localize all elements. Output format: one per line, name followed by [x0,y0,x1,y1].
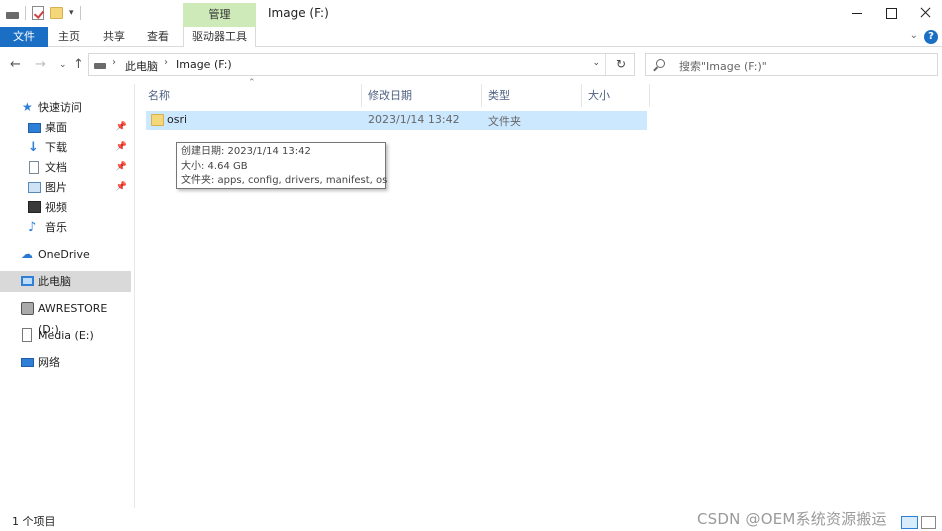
search-box[interactable]: 搜索"Image (F:)" [645,53,938,76]
breadcrumb-this-pc[interactable]: 此电脑 [125,58,158,74]
tooltip-created: 创建日期: 2023/1/14 13:42 [181,146,311,157]
network-icon [21,358,34,367]
document-icon [29,161,39,174]
sidebar-item-network[interactable]: 网络 [0,352,131,373]
tab-home[interactable]: 主页 [50,27,88,47]
window-title: Image (F:) [268,6,329,20]
up-arrow-icon[interactable]: ↑ [73,57,84,72]
close-button[interactable] [908,0,942,26]
watermark: CSDN @OEM系统资源搬运 [697,510,887,528]
customize-toolbar-icon[interactable]: ▾ [69,8,74,18]
sidebar-item-label: 音乐 [45,221,67,234]
sidebar-item-label: 文档 [45,161,67,174]
file-name: osri [167,113,188,126]
sidebar-item-label: 桌面 [45,121,67,134]
file-tooltip: 创建日期: 2023/1/14 13:42 大小: 4.64 GB 文件夹: a… [176,142,388,189]
desktop-icon [28,123,41,133]
forward-arrow-icon[interactable]: → [35,57,46,72]
drive-icon [21,302,34,315]
large-icons-view-icon[interactable] [921,516,936,529]
tooltip-size: 大小: 4.64 GB [181,160,248,172]
column-header-date[interactable]: 修改日期 [362,84,482,107]
sidebar-item-label: 网络 [38,356,60,369]
sidebar-item-drive-e[interactable]: Media (E:) [0,325,131,346]
pictures-icon [28,182,41,193]
sidebar-item-downloads[interactable]: ↓ 下载 📌 [0,137,131,158]
pin-icon: 📌 [115,162,127,172]
drive-icon [6,11,19,19]
sidebar-item-onedrive[interactable]: ☁ OneDrive [0,244,131,265]
chevron-right-icon[interactable]: › [164,57,168,68]
video-icon [28,201,41,213]
chevron-down-icon[interactable]: ⌄ [592,58,600,68]
maximize-button[interactable] [874,0,908,26]
back-arrow-icon[interactable]: ← [10,57,21,72]
new-folder-icon[interactable] [50,7,63,19]
sidebar-item-videos[interactable]: 视频 [0,197,131,218]
divider [605,54,606,75]
refresh-icon[interactable]: ↻ [616,57,626,71]
folder-icon [151,114,164,126]
sidebar-item-this-pc[interactable]: 此电脑 [0,271,131,292]
drive-icon [22,328,32,342]
chevron-right-icon[interactable]: › [112,57,116,68]
navigation-bar: ← → ⌄ ↑ › 此电脑 › Image (F:) ⌄ ↻ 搜索"Image … [0,48,942,82]
tab-share[interactable]: 共享 [94,27,134,47]
recent-locations-icon[interactable]: ⌄ [59,60,67,70]
divider [25,6,26,20]
column-header-size[interactable]: 大小 [582,84,650,107]
drive-icon [94,63,106,69]
details-view-icon[interactable] [901,516,918,529]
column-header-name[interactable]: 名称 [136,84,362,107]
title-bar: ▾ 管理 Image (F:) [0,0,942,27]
search-input[interactable]: 搜索"Image (F:)" [679,58,767,74]
search-icon [656,59,665,68]
divider [79,6,81,20]
column-header-type[interactable]: 类型 [482,84,582,107]
sidebar-item-label: 图片 [45,181,67,194]
sidebar-item-desktop[interactable]: 桌面 📌 [0,117,131,138]
download-icon: ↓ [28,140,39,155]
ribbon-tabs: 文件 主页 共享 查看 驱动器工具 ⌄ ? [0,27,942,47]
sidebar-item-label: 视频 [45,201,67,214]
sidebar-item-label: Media (E:) [38,329,94,342]
expand-ribbon-icon[interactable]: ⌄ [910,30,918,41]
quick-access-toolbar: ▾ [6,6,81,20]
tooltip-contents: 文件夹: apps, config, drivers, manifest, os [181,175,388,186]
file-modified-date: 2023/1/14 13:42 [368,113,460,126]
help-icon[interactable]: ? [924,30,938,44]
music-icon: ♪ [28,220,37,235]
pin-icon: 📌 [115,122,127,132]
sidebar-item-label: 此电脑 [38,275,71,288]
sidebar-item-quick-access[interactable]: ★ 快速访问 [0,97,131,118]
cloud-icon: ☁ [21,247,33,261]
file-row-osri[interactable]: osri 2023/1/14 13:42 文件夹 [146,111,647,130]
pin-icon: 📌 [115,142,127,152]
tab-view[interactable]: 查看 [138,27,178,47]
breadcrumb-image-drive[interactable]: Image (F:) [176,58,232,71]
tab-file[interactable]: 文件 [0,27,48,47]
computer-icon [21,276,34,286]
sidebar-item-label: 下载 [45,141,67,154]
star-icon: ★ [22,100,33,114]
sidebar-item-documents[interactable]: 文档 📌 [0,157,131,178]
sidebar-item-label: 快速访问 [38,101,82,114]
pin-icon: 📌 [115,182,127,192]
file-list: ⌃ 名称 修改日期 类型 大小 osri 2023/1/14 13:42 文件夹… [136,78,942,508]
navigation-pane: ★ 快速访问 桌面 📌 ↓ 下载 📌 文档 📌 图片 📌 视频 ♪ 音乐 ☁ O… [0,84,135,508]
properties-icon[interactable] [32,6,44,20]
sidebar-item-drive-d[interactable]: AWRESTORE (D:) [0,298,131,336]
sidebar-item-pictures[interactable]: 图片 📌 [0,177,131,198]
status-bar: 1 个项目 CSDN @OEM系统资源搬运 [0,508,942,531]
file-type: 文件夹 [488,115,521,128]
tab-manage[interactable]: 管理 [183,3,256,27]
window-controls [840,0,942,26]
sidebar-item-music[interactable]: ♪ 音乐 [0,217,131,238]
sidebar-item-label: OneDrive [38,248,90,261]
minimize-button[interactable] [840,0,874,26]
address-bar[interactable]: › 此电脑 › Image (F:) ⌄ ↻ [88,53,635,76]
item-count: 1 个项目 [12,515,56,528]
tab-drive-tools[interactable]: 驱动器工具 [183,27,256,47]
